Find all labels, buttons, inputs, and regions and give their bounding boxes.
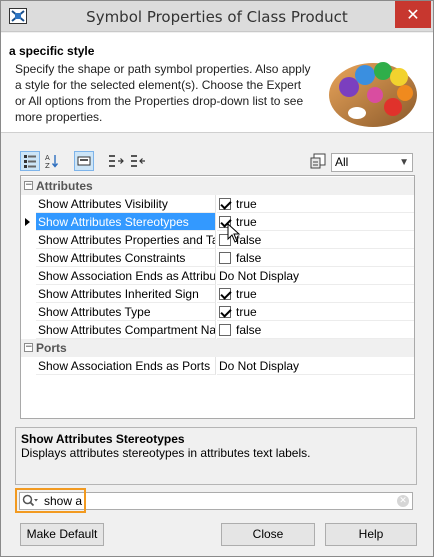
property-value-text: true <box>236 287 257 301</box>
group-row-ports[interactable]: − Ports <box>21 339 414 357</box>
property-value-dropdown[interactable]: Do Not Display <box>217 267 414 285</box>
properties-table[interactable]: − Attributes Show Attributes Visibility … <box>20 175 415 419</box>
help-button[interactable]: Help <box>325 523 417 546</box>
sort-alpha-icon: A Z <box>45 154 59 169</box>
window-title: Symbol Properties of Class Product <box>86 8 348 26</box>
group-label: Ports <box>36 341 67 355</box>
property-checkbox[interactable] <box>219 288 231 300</box>
header-title: a specific style <box>9 44 95 58</box>
property-checkbox[interactable] <box>219 324 231 336</box>
property-name: Show Attributes Stereotypes <box>36 213 216 231</box>
property-value[interactable]: false <box>217 249 414 267</box>
view-icon <box>77 156 91 166</box>
mouse-cursor-icon <box>227 223 241 243</box>
table-row[interactable]: Show Attributes Visibility true <box>21 195 414 213</box>
header-panel: a specific style Specify the shape or pa… <box>1 33 433 133</box>
property-description-pane: Show Attributes Stereotypes Displays att… <box>15 427 417 485</box>
search-highlight-box <box>15 488 86 513</box>
property-name: Show Attributes Constraints <box>36 249 216 267</box>
property-value-text: true <box>236 305 257 319</box>
properties-toolbar: A Z All ▼ <box>1 147 433 175</box>
close-button[interactable]: Close <box>221 523 315 546</box>
property-value[interactable]: true <box>217 303 414 321</box>
categorized-view-button[interactable] <box>20 151 40 171</box>
description-title: Show Attributes Stereotypes <box>21 432 185 446</box>
property-value[interactable]: true <box>217 195 414 213</box>
close-icon: ✕ <box>406 5 420 24</box>
property-name: Show Association Ends as Ports <box>36 357 216 375</box>
header-description: Specify the shape or path symbol propert… <box>15 62 311 124</box>
property-value-dropdown[interactable]: Do Not Display <box>217 357 414 375</box>
properties-filter-dropdown[interactable]: All ▼ <box>331 153 413 172</box>
group-row-attributes[interactable]: − Attributes <box>21 177 414 195</box>
property-value-text: true <box>236 197 257 211</box>
table-row[interactable]: Show Attributes Inherited Sign true <box>21 285 414 303</box>
svg-text:A: A <box>45 154 50 162</box>
property-name: Show Attributes Type <box>36 303 216 321</box>
expand-all-button[interactable] <box>106 151 126 171</box>
property-checkbox[interactable] <box>219 306 231 318</box>
window-close-button[interactable]: ✕ <box>395 1 431 28</box>
property-name: Show Attributes Compartment Name <box>36 321 216 339</box>
table-row[interactable]: Show Attributes Properties and Ta... fal… <box>21 231 414 249</box>
collapse-group-icon[interactable]: − <box>24 343 33 352</box>
description-text: Displays attributes stereotypes in attri… <box>21 446 311 460</box>
property-value-text: false <box>236 323 262 337</box>
table-row[interactable]: Show Attributes Type true <box>21 303 414 321</box>
collapse-all-button[interactable] <box>128 151 148 171</box>
property-value[interactable]: true <box>217 285 414 303</box>
dialog-window: Symbol Properties of Class Product ✕ a s… <box>0 0 434 557</box>
property-name: Show Association Ends as Attributes <box>36 267 216 285</box>
sort-alphabetical-button[interactable]: A Z <box>42 151 62 171</box>
filter-options-icon <box>310 153 326 169</box>
palette-icon <box>329 62 417 127</box>
group-label: Attributes <box>36 179 93 193</box>
make-default-button[interactable]: Make Default <box>20 523 104 546</box>
quick-filter-search: ✕ <box>15 488 417 513</box>
property-value[interactable]: false <box>217 231 414 249</box>
view-toggle-button[interactable] <box>74 151 94 171</box>
property-name: Show Attributes Properties and Ta... <box>36 231 216 249</box>
table-row[interactable]: Show Association Ends as Attributes Do N… <box>21 267 414 285</box>
table-row[interactable]: Show Attributes Constraints false <box>21 249 414 267</box>
property-name: Show Attributes Inherited Sign <box>36 285 216 303</box>
collapse-all-icon <box>131 155 145 167</box>
table-row-selected[interactable]: Show Attributes Stereotypes true <box>21 213 414 231</box>
filter-selected-value: All <box>335 155 349 169</box>
expand-all-icon <box>109 155 124 167</box>
property-value[interactable]: false <box>217 321 414 339</box>
clear-icon[interactable]: ✕ <box>397 495 409 507</box>
table-row[interactable]: Show Attributes Compartment Name false <box>21 321 414 339</box>
table-row[interactable]: Show Association Ends as Ports Do Not Di… <box>21 357 414 375</box>
property-checkbox[interactable] <box>219 252 231 264</box>
filter-options-button[interactable] <box>308 151 328 171</box>
row-pointer-icon <box>25 218 30 226</box>
property-value[interactable]: true <box>217 213 414 231</box>
svg-text:Z: Z <box>45 162 50 169</box>
property-value-text: false <box>236 251 262 265</box>
chevron-down-icon: ▼ <box>399 157 409 168</box>
property-name: Show Attributes Visibility <box>36 195 216 213</box>
property-checkbox[interactable] <box>219 198 231 210</box>
search-input[interactable] <box>44 493 384 509</box>
categorized-icon <box>24 155 36 168</box>
title-bar[interactable]: Symbol Properties of Class Product ✕ <box>1 1 433 32</box>
collapse-group-icon[interactable]: − <box>24 181 33 190</box>
